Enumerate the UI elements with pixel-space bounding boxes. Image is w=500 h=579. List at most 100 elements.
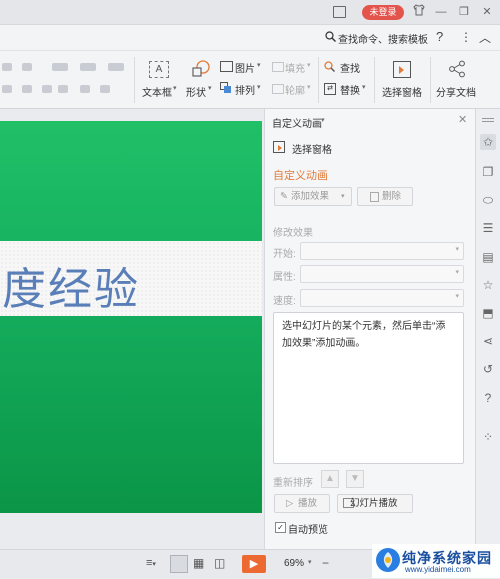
command-search-bar: 查找命令、搜索模板 ? ⋮ ︿ <box>0 25 500 51</box>
zoom-dropdown-icon[interactable]: ▾ <box>308 558 312 566</box>
minimize-icon[interactable]: — <box>432 4 450 20</box>
move-up-button[interactable]: ▲ <box>321 470 339 488</box>
select-pane-icon <box>393 61 411 78</box>
zoom-level[interactable]: 69% <box>284 558 304 569</box>
frame-icon[interactable] <box>333 6 346 18</box>
delete-button[interactable]: 删除 <box>357 187 413 206</box>
history-icon[interactable]: ↺ <box>480 361 496 377</box>
slide-title-text[interactable]: 度经验 <box>2 253 140 317</box>
help-icon[interactable]: ? <box>436 29 443 44</box>
textbox-label: 文本框 <box>142 88 172 99</box>
animation-star-icon[interactable]: ✩ <box>480 134 496 150</box>
replace-button[interactable]: ⇄ 替换 ▾ <box>324 81 368 97</box>
collapse-ribbon-icon[interactable]: ︿ <box>479 29 491 46</box>
select-pane-link[interactable]: 选择窗格 <box>273 140 353 156</box>
shape-effect-icon[interactable]: ⬭ <box>480 192 496 208</box>
picture-button[interactable]: 图片 ▾ <box>220 59 266 75</box>
play-preview-label: 播放 <box>298 498 318 509</box>
help-rail-icon[interactable]: ? <box>480 390 496 406</box>
zoom-out-button[interactable]: − <box>322 556 329 570</box>
slide-switch-icon[interactable]: ❐ <box>480 164 496 180</box>
adjust-icon[interactable]: ☰ <box>480 220 496 236</box>
select-pane-small-icon <box>273 141 285 153</box>
outline-button[interactable]: 轮廓 ▾ <box>272 81 316 97</box>
more-icon[interactable]: ⋮ <box>460 30 472 44</box>
property-label: 属性: <box>273 272 296 283</box>
right-side-rail: ✩ ❐ ⬭ ☰ ▤ ☆ ⬒ ⋖ ↺ ? ⁘ <box>475 109 500 549</box>
find-icon <box>324 61 335 75</box>
slide-canvas[interactable]: 度经验 <box>0 121 262 513</box>
find-button[interactable]: 查找 <box>324 59 364 75</box>
reading-view-icon[interactable]: ◫ <box>214 556 225 570</box>
shirt-icon[interactable] <box>410 4 428 20</box>
outline-icon <box>272 84 284 94</box>
add-effect-dropdown-icon: ▾ <box>341 193 345 200</box>
pane-close-icon[interactable]: ✕ <box>458 113 467 126</box>
move-down-button[interactable]: ▼ <box>346 470 364 488</box>
picture-icon <box>220 61 233 72</box>
start-label: 开始: <box>273 249 296 260</box>
normal-view-icon[interactable] <box>170 555 188 573</box>
textbox-button[interactable]: A 文本框 ▾ <box>140 59 180 103</box>
share-document-button[interactable]: 分享文档 <box>436 59 484 103</box>
more-apps-icon[interactable]: ⁘ <box>480 429 496 445</box>
textbox-icon: A <box>149 61 169 78</box>
paragraph-tools-group <box>0 59 130 99</box>
animation-hint-text: 选中幻灯片的某个元素，然后单击“添加效果”添加动画。 <box>282 321 446 349</box>
notes-toggle-icon[interactable]: ≡▾ <box>146 557 156 569</box>
watermark: 纯净系统家园 www.yidaimei.com <box>372 544 500 578</box>
play-preview-button[interactable]: ▷ 播放 <box>274 494 330 513</box>
arrange-button[interactable]: 排列 ▾ <box>220 81 266 97</box>
ribbon-toolbar: A 文本框 ▾ 形状 ▾ 图片 ▾ 排列 ▾ 填充 ▾ 轮廓 ▾ 查找 ⇄ 替换… <box>0 51 500 109</box>
reorder-label: 重新排序 <box>273 478 313 489</box>
slideshow-play-icon[interactable]: ▶ <box>242 555 266 573</box>
shape-icon <box>192 60 210 81</box>
close-icon[interactable]: ✕ <box>478 4 496 20</box>
shape-label: 形状 <box>186 88 206 99</box>
slideshow-label: 幻灯片播放 <box>350 498 398 509</box>
modify-effect-title: 修改效果 <box>273 228 313 239</box>
arrange-label: 排列 <box>235 86 255 97</box>
start-select[interactable]: ▾ <box>300 242 464 260</box>
restore-icon[interactable]: ❐ <box>455 4 473 20</box>
slide-editing-area: 度经验 <box>0 109 264 549</box>
title-bar: 未登录 — ❐ ✕ <box>0 0 500 25</box>
section-title-custom-animation: 自定义动画 <box>273 170 328 182</box>
replace-label: 替换 <box>340 86 360 97</box>
template-icon[interactable]: ▤ <box>480 249 496 265</box>
pencil-icon: ✎ <box>280 191 288 202</box>
search-icon[interactable] <box>325 31 336 45</box>
library-icon[interactable]: ⬒ <box>480 305 496 321</box>
pane-title-dropdown-icon[interactable]: ▾ <box>321 116 325 124</box>
select-pane-label: 选择窗格 <box>382 88 422 99</box>
select-pane-button[interactable]: 选择窗格 <box>380 59 424 103</box>
add-effect-label: 添加效果 <box>291 191 330 202</box>
fill-icon <box>272 62 284 72</box>
pane-title[interactable]: 自定义动画 <box>272 115 322 130</box>
play-circle-icon: ▷ <box>286 498 294 509</box>
share-rail-icon[interactable]: ⋖ <box>480 333 496 349</box>
slideshow-button[interactable]: 幻灯片播放 <box>337 494 413 513</box>
replace-icon: ⇄ <box>324 83 336 95</box>
find-label: 查找 <box>340 64 360 75</box>
watermark-logo <box>376 548 400 572</box>
property-select[interactable]: ▾ <box>300 265 464 283</box>
animation-list-box[interactable]: 选中幻灯片的某个元素，然后单击“添加效果”添加动画。 <box>273 312 464 464</box>
speed-select[interactable]: ▾ <box>300 289 464 307</box>
watermark-url: www.yidaimei.com <box>405 565 471 574</box>
speed-label: 速度: <box>273 296 296 307</box>
login-button[interactable]: 未登录 <box>362 5 404 20</box>
trash-icon <box>370 192 379 202</box>
auto-preview-label: 自动预览 <box>288 525 328 536</box>
auto-preview-checkbox[interactable]: ✓ <box>275 522 286 533</box>
favorite-star-icon[interactable]: ☆ <box>480 277 496 293</box>
fill-label: 填充 <box>285 64 305 75</box>
shape-button[interactable]: 形状 ▾ <box>186 59 214 103</box>
fill-button[interactable]: 填充 ▾ <box>272 59 316 75</box>
add-effect-button[interactable]: ✎ 添加效果 ▾ <box>274 187 352 206</box>
slide-sorter-icon[interactable]: ▦ <box>193 556 204 570</box>
share-icon <box>448 60 466 81</box>
select-pane-link-label: 选择窗格 <box>292 145 332 156</box>
command-search-input[interactable]: 查找命令、搜索模板 <box>338 31 428 46</box>
custom-animation-pane: 自定义动画 ▾ ✕ 选择窗格 自定义动画 ✎ 添加效果 ▾ 删除 修改效果 开始… <box>264 109 475 549</box>
